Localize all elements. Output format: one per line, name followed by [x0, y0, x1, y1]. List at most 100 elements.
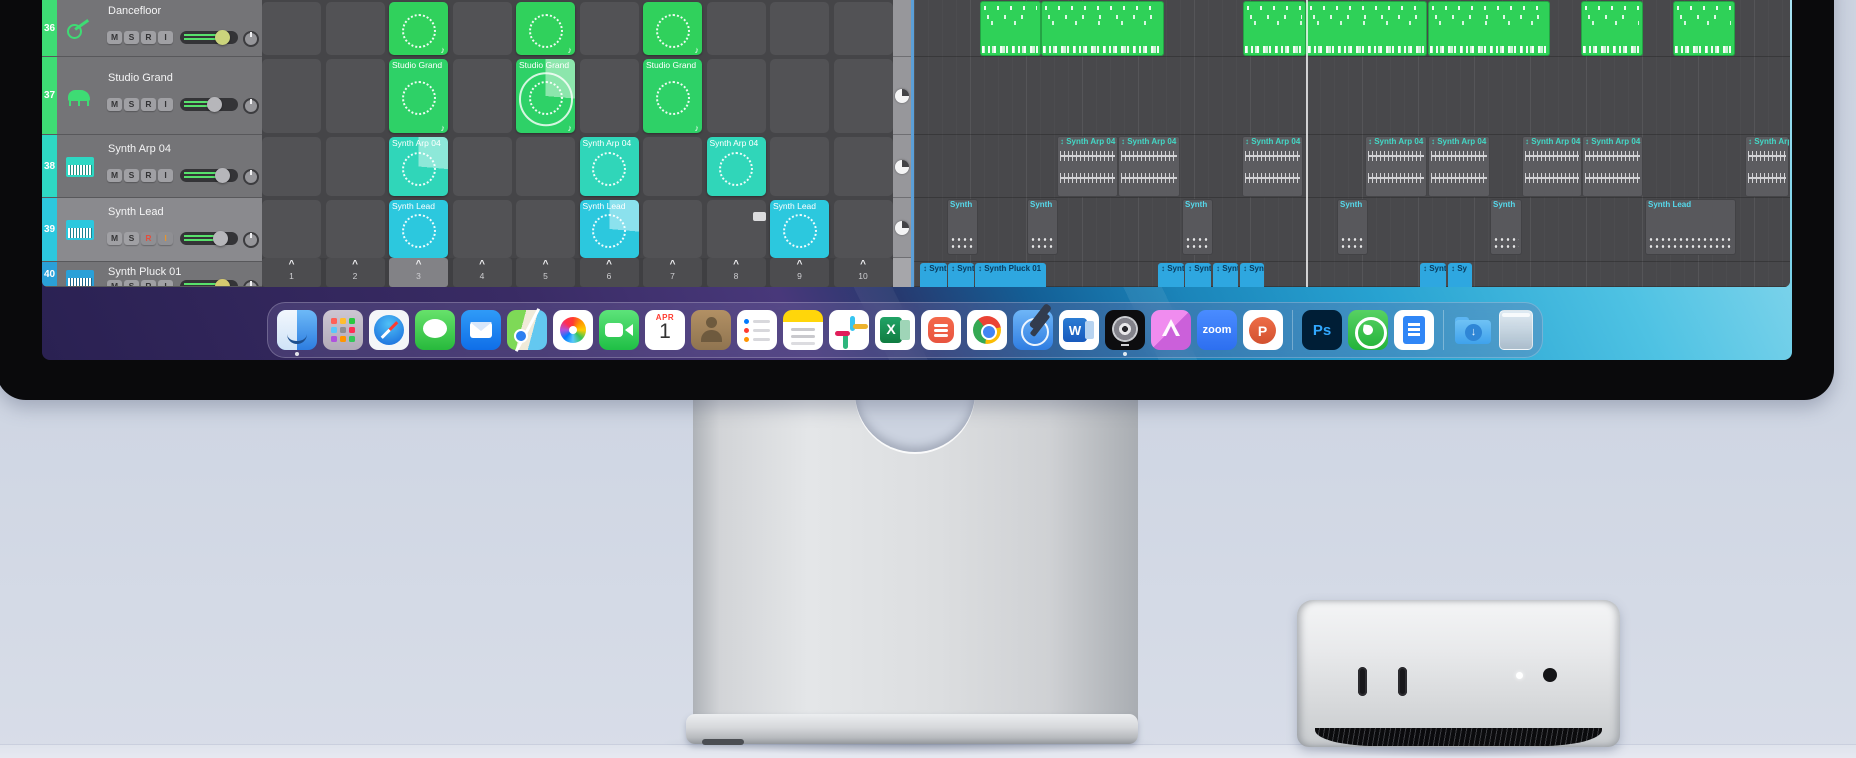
region[interactable]	[980, 1, 1041, 56]
loop-cell-slot[interactable]	[833, 59, 893, 133]
loop-cell-slot[interactable]	[452, 2, 512, 55]
region[interactable]: ↕ Synth Arp 04	[1057, 136, 1118, 197]
dock-icon-facetime[interactable]	[599, 310, 639, 350]
track-i-button[interactable]: I	[158, 232, 173, 245]
region[interactable]: ↕ Synt	[1213, 263, 1238, 287]
dock-icon-trash[interactable]	[1499, 310, 1533, 350]
volume-thumb[interactable]	[207, 97, 222, 112]
playhead[interactable]	[1306, 0, 1308, 287]
loop-cell-slot[interactable]	[770, 2, 829, 55]
dock-icon-notes[interactable]	[783, 310, 823, 350]
loop-cell-slot[interactable]	[516, 137, 575, 196]
loop-cell-slot[interactable]	[516, 200, 575, 258]
region[interactable]: ↕ Sy	[1448, 263, 1472, 287]
region[interactable]: ↕ Synt	[1185, 263, 1211, 287]
region[interactable]: Synth Lead	[1645, 199, 1736, 255]
dock-icon-photoshop[interactable]: Ps	[1302, 310, 1342, 350]
loop-cell[interactable]: ♪	[643, 2, 702, 55]
loop-cell-slot[interactable]	[325, 59, 385, 133]
region[interactable]: ↕ Synt	[1158, 263, 1184, 287]
region[interactable]: ↕ Synt	[948, 263, 974, 287]
track-m-button[interactable]: M	[107, 280, 122, 286]
loop-cell-slot[interactable]	[706, 2, 766, 55]
dock-icon-photos[interactable]	[553, 310, 593, 350]
dock-icon-affinity[interactable]	[1151, 310, 1191, 350]
track-header[interactable]: 37 Studio Grand M S R I	[42, 57, 262, 135]
volume-thumb[interactable]	[215, 167, 230, 183]
loop-cell-slot[interactable]	[579, 2, 639, 55]
track-m-button[interactable]: M	[107, 232, 122, 245]
dock-icon-excel[interactable]: X	[875, 310, 915, 350]
dock-icon-zoom[interactable]: zoom	[1197, 310, 1237, 350]
region[interactable]	[1673, 1, 1735, 56]
region[interactable]: Synth	[1490, 199, 1522, 255]
loop-cell[interactable]: ♪	[516, 2, 575, 55]
loop-cell[interactable]: Synth Arp 04	[706, 137, 766, 196]
region[interactable]: Synth	[1182, 199, 1213, 255]
volume-slider[interactable]	[180, 279, 238, 286]
region[interactable]: ↕ Synth Arp 04	[1582, 136, 1643, 197]
scene-trigger[interactable]: ^ 3	[389, 258, 448, 287]
track-i-button[interactable]: I	[158, 280, 173, 286]
track-header[interactable]: 39 Synth Lead M S R I	[42, 198, 262, 262]
loop-cell-slot[interactable]	[833, 200, 893, 258]
loop-cell-slot[interactable]	[325, 200, 385, 258]
track-header[interactable]: 38 Synth Arp 04 M S R I	[42, 135, 262, 198]
track-i-button[interactable]: I	[158, 30, 173, 44]
pan-knob[interactable]	[243, 98, 259, 114]
track-i-button[interactable]: I	[158, 98, 173, 111]
loop-cell-slot[interactable]	[770, 137, 829, 196]
region[interactable]	[1243, 1, 1306, 56]
dock-icon-gdocs[interactable]	[1394, 310, 1434, 350]
dock-icon-downloads[interactable]: ↓	[1453, 310, 1493, 350]
region[interactable]: ↕ Synth Arp 04	[1428, 136, 1490, 197]
region[interactable]	[1306, 1, 1427, 56]
loop-cell-slot[interactable]	[452, 200, 512, 258]
track-s-button[interactable]: S	[124, 232, 139, 245]
dock-icon-powerpoint[interactable]: P	[1243, 310, 1283, 350]
volume-slider[interactable]	[180, 97, 238, 112]
loop-cell-slot[interactable]	[770, 59, 829, 133]
track-i-button[interactable]: I	[158, 168, 173, 182]
loop-cell-slot[interactable]	[262, 59, 321, 133]
loop-cell-slot[interactable]	[833, 2, 893, 55]
loop-cell[interactable]: Synth Lead	[389, 200, 448, 258]
region[interactable]: ↕ Synt	[1240, 263, 1264, 287]
scene-trigger[interactable]: ^ 7	[643, 258, 702, 287]
dock-icon-messages[interactable]	[415, 310, 455, 350]
region[interactable]: ↕ Synth	[1420, 263, 1446, 287]
pan-knob[interactable]	[243, 280, 259, 286]
dock-icon-launchpad[interactable]	[323, 310, 363, 350]
track-header[interactable]: 36 Dancefloor M S R I	[42, 0, 262, 57]
loop-cell-slot[interactable]	[452, 59, 512, 133]
track-s-button[interactable]: S	[124, 168, 139, 182]
scene-trigger[interactable]: ^ 6	[579, 258, 639, 287]
loop-cell-slot[interactable]	[643, 200, 702, 258]
track-m-button[interactable]: M	[107, 168, 122, 182]
scene-trigger[interactable]: ^ 8	[706, 258, 766, 287]
track-s-button[interactable]: S	[124, 280, 139, 286]
scene-trigger[interactable]: ^ 9	[770, 258, 829, 287]
scene-trigger[interactable]: ^ 2	[325, 258, 385, 287]
region[interactable]: Synth	[1337, 199, 1368, 255]
dock-icon-mail[interactable]	[461, 310, 501, 350]
pan-knob[interactable]	[243, 232, 259, 248]
volume-thumb[interactable]	[215, 279, 230, 286]
region[interactable]: ↕ Synt	[920, 263, 947, 287]
region[interactable]: Synth	[1027, 199, 1058, 255]
region[interactable]: ↕ Synth Arp 04	[1745, 136, 1789, 197]
loop-cell-slot[interactable]	[706, 59, 766, 133]
scene-trigger[interactable]: ^ 5	[516, 258, 575, 287]
dock-icon-reminders[interactable]	[737, 310, 777, 350]
region[interactable]: ↕ Synth Arp 04	[1365, 136, 1427, 197]
track-r-button[interactable]: R	[141, 30, 156, 44]
loop-cell[interactable]: ♪	[389, 2, 448, 55]
volume-thumb[interactable]	[213, 231, 228, 246]
loop-cell-slot[interactable]	[643, 137, 702, 196]
dock-icon-quip[interactable]	[921, 310, 961, 350]
scene-trigger[interactable]: ^ 4	[452, 258, 512, 287]
loop-cell[interactable]: Synth Lead	[770, 200, 829, 258]
pan-knob[interactable]	[243, 168, 259, 185]
volume-slider[interactable]	[180, 231, 238, 246]
dock-icon-word[interactable]: W	[1059, 310, 1099, 350]
